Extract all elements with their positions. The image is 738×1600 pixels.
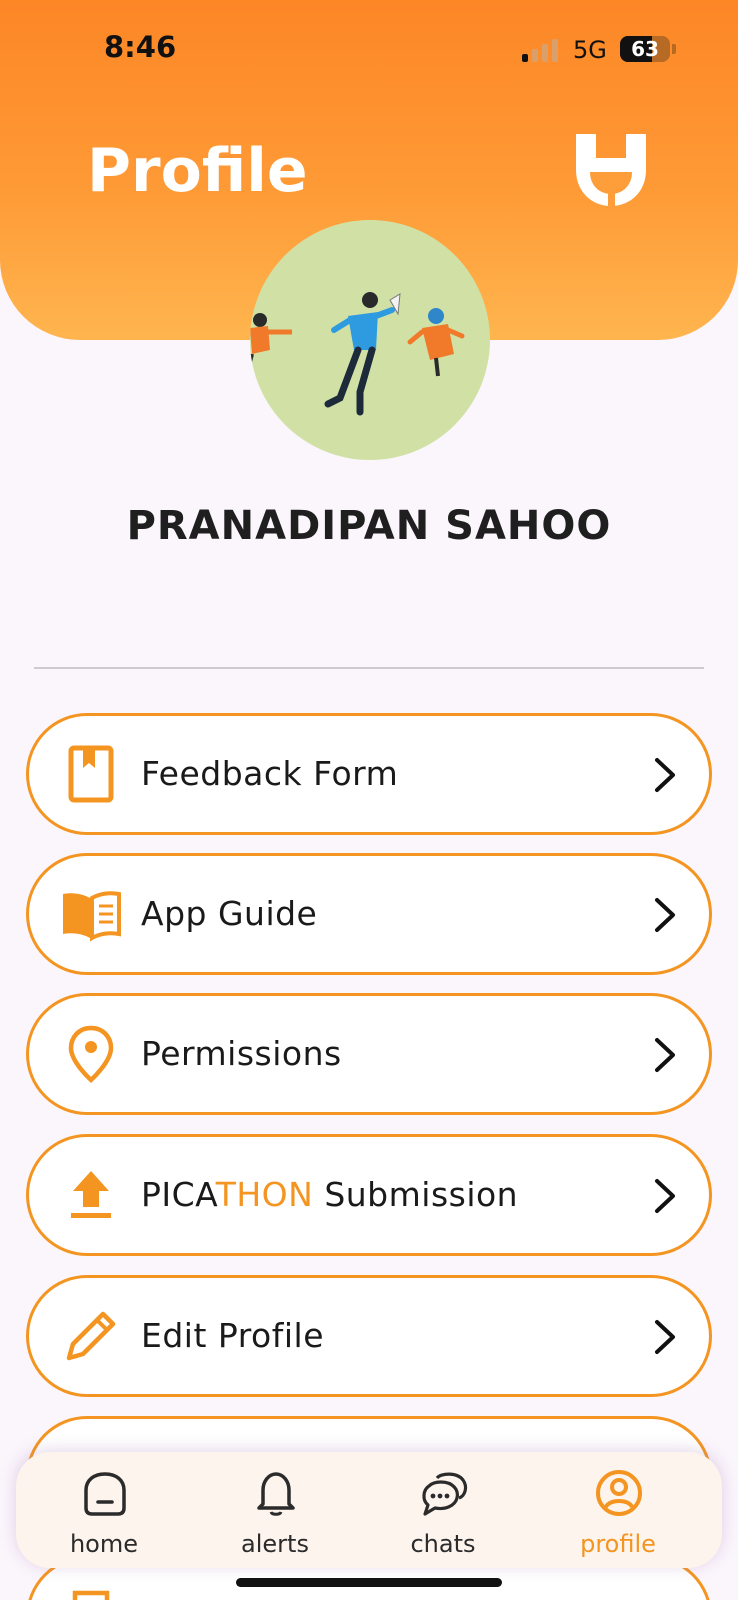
bookmark-book-icon [68,745,114,803]
home-icon [84,1472,126,1516]
network-label: 5G [573,36,607,64]
divider [34,667,704,669]
menu-label: Feedback Form [141,754,399,793]
menu-label: App Guide [141,894,318,933]
status-time: 8:46 [104,30,177,64]
u-plug-logo-icon [576,134,646,210]
chevron-right-icon [655,1038,675,1072]
upload-icon [71,1171,111,1218]
menu-label: PICATHON Submission [141,1175,519,1214]
page-title: Profile [87,136,308,206]
chevron-right-icon [655,1320,675,1354]
signal-icon [522,38,562,62]
nav-profile[interactable]: profile [548,1452,688,1568]
chat-bubbles-icon [422,1472,468,1516]
bottom-nav: home alerts chats profile [16,1452,722,1568]
nav-label: home [69,1530,139,1558]
nav-home[interactable]: home [34,1452,174,1568]
people-illustration-avatar [250,292,465,416]
user-name: PRANADIPAN SAHOO [126,503,612,549]
home-indicator [236,1578,502,1587]
app-guide-button[interactable]: App Guide [26,853,712,975]
battery-tip [672,44,676,54]
chevron-right-icon [655,1179,675,1213]
chevron-right-icon [655,758,675,792]
location-pin-icon [68,1025,114,1084]
battery-level: 63 [631,37,659,61]
edit-profile-button[interactable]: Edit Profile [26,1275,712,1397]
nav-label: alerts [241,1530,309,1558]
bell-icon [257,1472,295,1516]
profile-icon [596,1470,642,1516]
permissions-button[interactable]: Permissions [26,993,712,1115]
pencil-icon [66,1311,116,1361]
feedback-form-button[interactable]: Feedback Form [26,713,712,835]
avatar[interactable] [250,220,490,460]
battery-icon: 63 [620,36,670,62]
nav-alerts[interactable]: alerts [205,1452,345,1568]
document-icon [72,1590,110,1600]
open-book-icon [63,891,121,942]
chevron-right-icon [655,898,675,932]
nav-chats[interactable]: chats [373,1452,513,1568]
picathon-submission-button[interactable]: PICATHON Submission [26,1134,712,1256]
nav-label: chats [410,1530,476,1558]
menu-label: Edit Profile [141,1316,325,1355]
nav-label: profile [580,1530,656,1558]
menu-label: Permissions [141,1034,342,1073]
